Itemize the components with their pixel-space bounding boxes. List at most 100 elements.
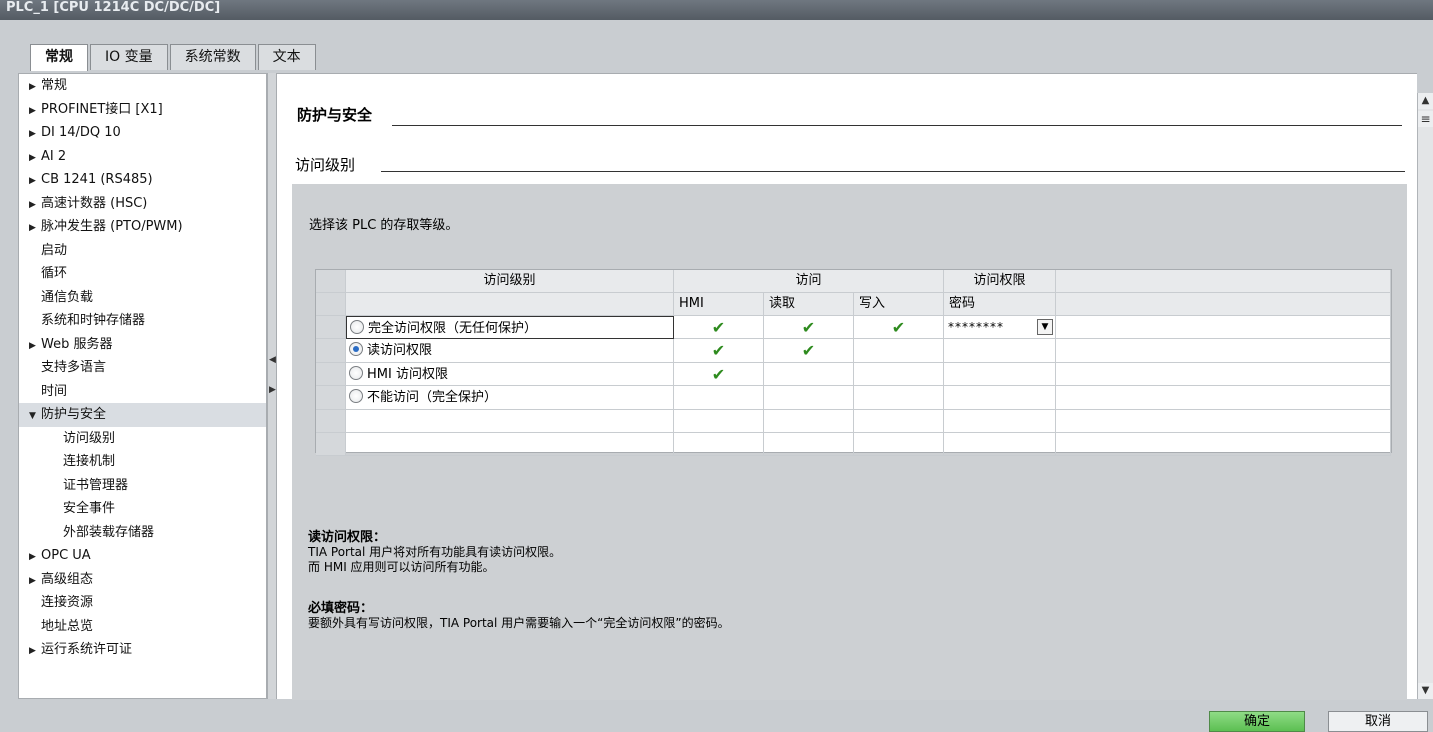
read-access-note-title: 读访问权限： — [308, 530, 387, 545]
chevron-down-icon[interactable]: ▼ — [1037, 319, 1053, 335]
table-header-row: 访问级别 访问 访问权限 — [316, 270, 1391, 293]
collapsed-arrow-icon[interactable]: ▶ — [29, 335, 41, 358]
row-header-cell — [316, 386, 346, 410]
nav-item-label: 运行系统许可证 — [41, 642, 133, 657]
collapsed-arrow-icon[interactable]: ▶ — [29, 123, 41, 146]
splitter[interactable]: ◀ ▶ — [267, 73, 277, 699]
read-cell — [764, 386, 854, 410]
table-row[interactable] — [316, 409, 1391, 433]
check-icon: ✔ — [711, 341, 726, 361]
nav-item[interactable]: ▶ 常规 — [19, 74, 266, 98]
scroll-down-icon[interactable]: ▼ — [1418, 683, 1433, 699]
access-level-cell[interactable]: 完全访问权限（无任何保护） — [346, 316, 674, 340]
password-cell — [944, 433, 1056, 457]
tab-texts[interactable]: 文本 — [257, 44, 316, 70]
access-level-cell[interactable] — [346, 433, 674, 457]
nav-item[interactable]: ▶ PROFINET接口 [X1] — [19, 98, 266, 122]
nav-item[interactable]: ▶ CB 1241 (RS485) — [19, 168, 266, 192]
collapsed-arrow-icon[interactable]: ▶ — [29, 170, 41, 193]
nav-item[interactable]: 连接资源 — [19, 591, 266, 615]
tab-system-constants[interactable]: 系统常数 — [169, 44, 256, 70]
nav-item[interactable]: ▶ AI 2 — [19, 145, 266, 169]
table-row[interactable]: 读访问权限 ✔ ✔ — [316, 339, 1391, 363]
table-row[interactable]: HMI 访问权限 ✔ — [316, 362, 1391, 387]
access-level-cell[interactable]: 不能访问（完全保护） — [346, 386, 674, 410]
collapsed-arrow-icon[interactable]: ▶ — [29, 570, 41, 593]
nav-item[interactable]: 循环 — [19, 262, 266, 286]
radio-button[interactable] — [350, 320, 364, 334]
nav-item[interactable]: ▶ Web 服务器 — [19, 333, 266, 357]
nav-item[interactable]: ▶ DI 14/DQ 10 — [19, 121, 266, 145]
check-icon: ✔ — [711, 318, 726, 337]
nav-item-label: 访问级别 — [63, 430, 116, 446]
nav-item-label: 常规 — [41, 78, 68, 93]
collapsed-arrow-icon[interactable]: ▶ — [29, 147, 41, 170]
nav-item-label: AI 2 — [41, 148, 67, 164]
nav-item[interactable]: 证书管理器 — [19, 474, 266, 498]
collapsed-arrow-icon[interactable]: ▶ — [29, 76, 41, 99]
nav-item[interactable]: 访问级别 — [19, 427, 266, 451]
read-cell — [764, 409, 854, 433]
nav-item[interactable]: ▶ OPC UA — [19, 544, 266, 568]
write-cell — [854, 386, 944, 410]
nav-item[interactable]: ▶ 脉冲发生器 (PTO/PWM) — [19, 215, 266, 239]
access-level-cell[interactable] — [346, 409, 674, 433]
collapsed-arrow-icon[interactable]: ▶ — [29, 640, 41, 663]
nav-item[interactable]: 安全事件 — [19, 497, 266, 521]
ok-button[interactable]: 确定 — [1209, 711, 1305, 732]
table-row[interactable] — [316, 433, 1391, 457]
password-note: 必填密码： 要额外具有写访问权限，TIA Portal 用户需要输入一个“完全访… — [308, 601, 730, 631]
expanded-arrow-icon[interactable]: ▼ — [29, 405, 41, 428]
nav-item[interactable]: 地址总览 — [19, 615, 266, 639]
tab-general[interactable]: 常规 — [30, 44, 88, 71]
nav-item[interactable]: 时间 — [19, 380, 266, 404]
radio-button[interactable] — [349, 389, 363, 404]
header-access: 访问 — [674, 270, 944, 293]
nav-item-label: 证书管理器 — [63, 477, 129, 493]
password-cell[interactable]: ******** ▼ — [944, 316, 1056, 340]
nav-item[interactable]: ▶ 高级组态 — [19, 568, 266, 592]
collapsed-arrow-icon[interactable]: ▶ — [29, 546, 41, 569]
password-field[interactable]: ******** — [944, 320, 1004, 334]
nav-item[interactable]: 通信负载 — [19, 286, 266, 310]
header-permission: 访问权限 — [944, 270, 1056, 293]
nav-item[interactable]: 系统和时钟存储器 — [19, 309, 266, 333]
check-icon: ✔ — [891, 318, 906, 337]
collapsed-arrow-icon[interactable]: ▶ — [29, 217, 41, 240]
collapse-left-icon[interactable]: ◀ — [269, 355, 276, 365]
vertical-scrollbar[interactable]: ▲ ≡ ▼ — [1417, 93, 1433, 699]
radio-button[interactable] — [349, 365, 363, 380]
collapsed-arrow-icon[interactable]: ▶ — [29, 194, 41, 217]
nav-item-label: 连接机制 — [63, 454, 116, 469]
tab-io-tags[interactable]: IO 变量 — [90, 44, 168, 70]
row-header-cell — [316, 270, 346, 293]
nav-item[interactable]: ▶ 运行系统许可证 — [19, 638, 266, 662]
instruction-text: 选择该 PLC 的存取等级。 — [309, 218, 459, 233]
table-row[interactable]: 不能访问（完全保护） — [316, 386, 1391, 410]
table-row[interactable]: 完全访问权限（无任何保护） ✔ ✔ ✔ ******** ▼ — [316, 316, 1391, 340]
nav-item[interactable]: 支持多语言 — [19, 356, 266, 380]
subheader-read: 读取 — [764, 293, 854, 316]
nav-item[interactable]: 外部装载存储器 — [19, 521, 266, 545]
hmi-cell: ✔ — [674, 316, 764, 340]
nav-item[interactable]: ▼ 防护与安全 — [19, 403, 266, 427]
filler-cell — [1056, 386, 1391, 410]
header-filler — [1056, 270, 1391, 293]
scroll-thumb[interactable]: ≡ — [1418, 111, 1433, 127]
access-level-cell[interactable]: HMI 访问权限 — [346, 362, 674, 387]
nav-item[interactable]: 启动 — [19, 239, 266, 263]
scroll-up-icon[interactable]: ▲ — [1418, 93, 1433, 109]
subheader-filler — [1056, 293, 1391, 316]
radio-button[interactable] — [349, 342, 363, 357]
expand-right-icon[interactable]: ▶ — [269, 385, 276, 395]
nav-item[interactable]: ▶ 高速计数器 (HSC) — [19, 192, 266, 216]
access-level-label: HMI 访问权限 — [367, 366, 448, 382]
header-access-level: 访问级别 — [346, 270, 674, 293]
access-level-cell[interactable]: 读访问权限 — [346, 339, 674, 363]
password-note-line1: 要额外具有写访问权限，TIA Portal 用户需要输入一个“完全访问权限”的密… — [308, 616, 730, 630]
cancel-button[interactable]: 取消 — [1328, 711, 1428, 732]
write-cell: ✔ — [854, 316, 944, 340]
nav-item[interactable]: 连接机制 — [19, 450, 266, 474]
collapsed-arrow-icon[interactable]: ▶ — [29, 100, 41, 123]
access-level-table: 访问级别 访问 访问权限 HMI 读取 写入 密码 完全访问权限（无任何保护） ✔… — [315, 269, 1392, 457]
